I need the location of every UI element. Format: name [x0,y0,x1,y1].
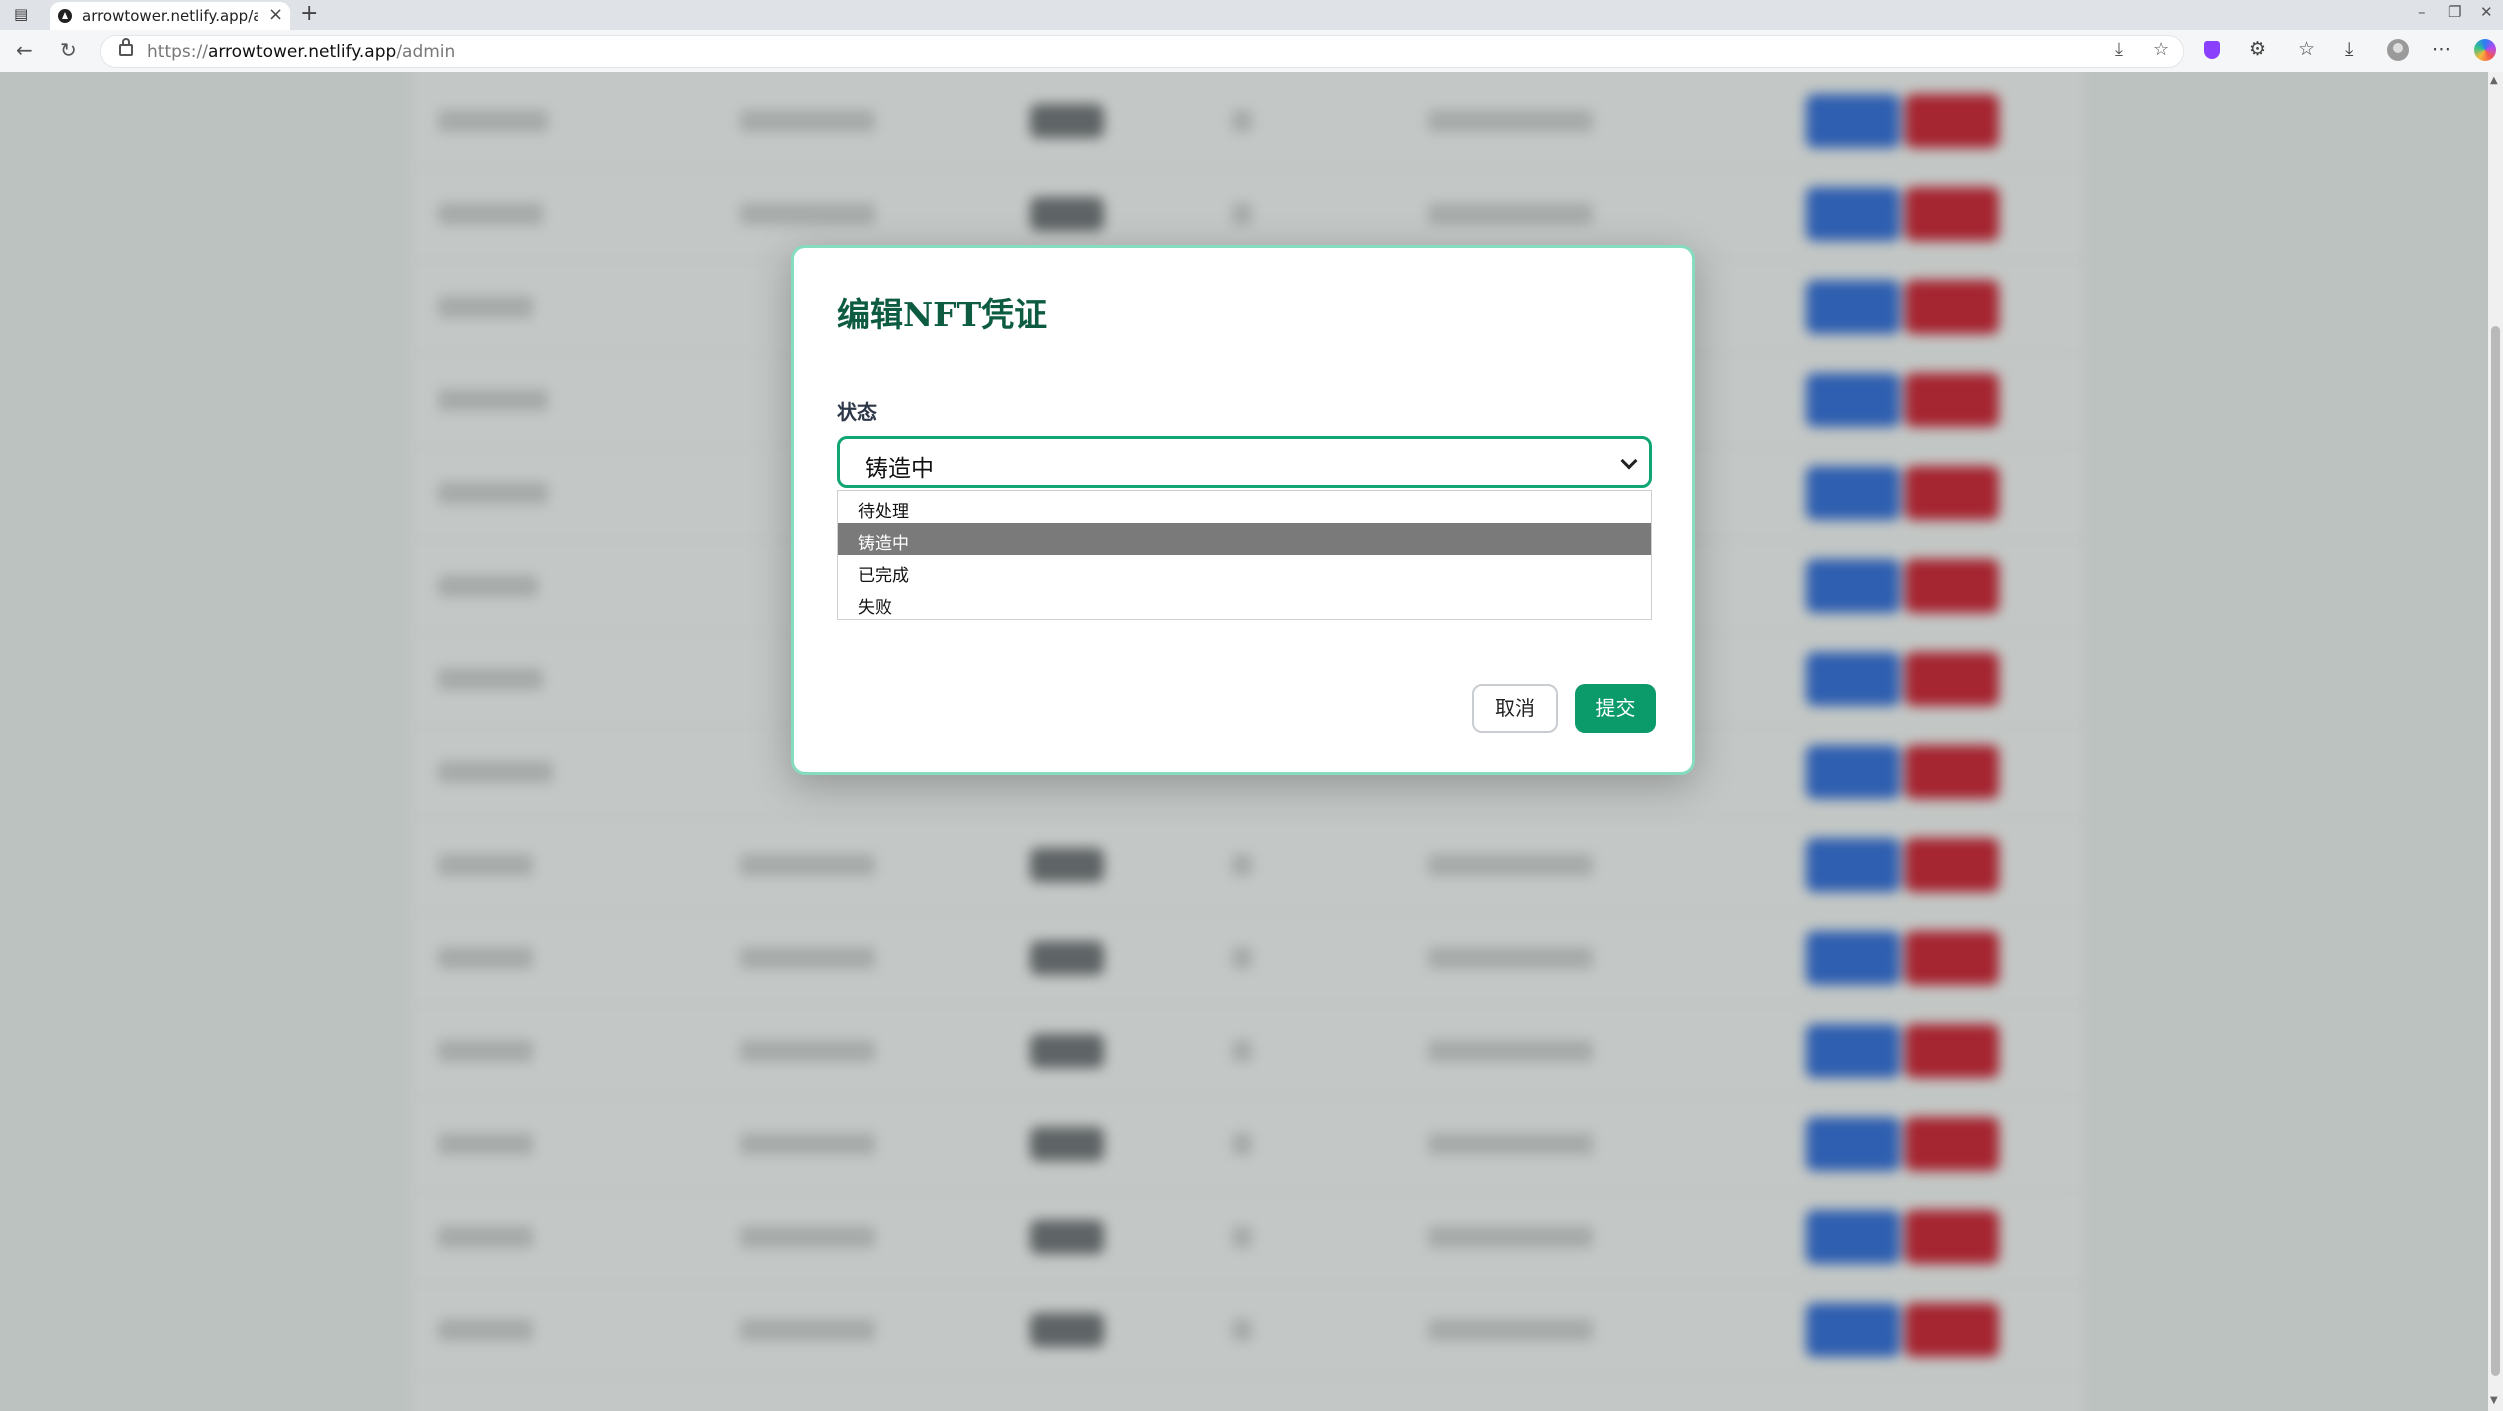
back-icon[interactable]: ← [16,40,33,60]
url-text[interactable]: https://arrowtower.netlify.app/admin [147,42,455,62]
restore-icon[interactable]: ❐ [2448,4,2461,20]
tab-actions-icon[interactable]: ▤ [14,6,32,22]
table-row [410,1283,2085,1377]
favorites-icon[interactable]: ☆ [2298,39,2315,59]
status-option-pending[interactable]: 待处理 [838,491,1651,523]
close-window-icon[interactable]: ✕ [2480,4,2493,20]
status-option-completed[interactable]: 已完成 [838,555,1651,587]
status-dropdown-list: 待处理 铸造中 已完成 失败 [837,490,1652,620]
new-tab-icon[interactable]: + [300,3,318,25]
scroll-down-icon[interactable]: ▼ [2490,1396,2498,1406]
site-favicon-icon [58,9,72,23]
table-row [410,1097,2085,1191]
modal-title: 编辑NFT凭证 [837,295,1048,334]
status-select[interactable]: 铸造中 [837,436,1652,488]
cancel-button[interactable]: 取消 [1472,684,1558,733]
status-select-value: 铸造中 [865,456,934,482]
tab-close-icon[interactable]: × [268,6,283,24]
edit-nft-modal: 编辑NFT凭证 状态 铸造中 待处理 铸造中 已完成 失败 取消 提交 [791,245,1695,775]
more-menu-icon[interactable]: ⋯ [2432,39,2451,59]
toolbar: ← ↻ https://arrowtower.netlify.app/admin… [0,30,2503,73]
minimize-icon[interactable]: – [2418,4,2426,20]
submit-button[interactable]: 提交 [1575,684,1656,733]
page-scrollbar[interactable]: ▲ ▼ [2488,72,2503,1411]
scroll-up-icon[interactable]: ▲ [2490,76,2498,86]
download-page-icon[interactable]: ⤓ [2115,41,2123,59]
table-row [410,818,2085,912]
table-row [410,1004,2085,1098]
status-option-minting[interactable]: 铸造中 [838,523,1651,555]
table-row [410,1190,2085,1284]
lock-icon[interactable] [119,38,133,56]
table-row [410,911,2085,1005]
reload-icon[interactable]: ↻ [60,40,77,60]
bookmark-star-icon[interactable]: ☆ [2153,41,2169,59]
active-tab[interactable]: arrowtower.netlify.app/ad × [50,2,290,30]
scroll-thumb[interactable] [2491,326,2500,1376]
extension-icon[interactable] [2204,41,2220,59]
tab-title: arrowtower.netlify.app/ad [82,7,258,25]
address-bar[interactable]: https://arrowtower.netlify.app/admin ⤓ ☆ [100,35,2184,68]
downloads-icon[interactable]: ⤓ [2345,39,2353,59]
status-option-failed[interactable]: 失败 [838,587,1651,619]
chevron-down-icon [1620,452,1638,470]
table-row [410,74,2085,168]
extensions-puzzle-icon[interactable]: ⚙ [2249,39,2266,59]
status-label: 状态 [837,400,877,424]
tab-strip: ▤ arrowtower.netlify.app/ad × + – ❐ ✕ [0,0,2503,30]
copilot-icon[interactable] [2474,39,2496,61]
profile-avatar[interactable] [2387,39,2409,61]
